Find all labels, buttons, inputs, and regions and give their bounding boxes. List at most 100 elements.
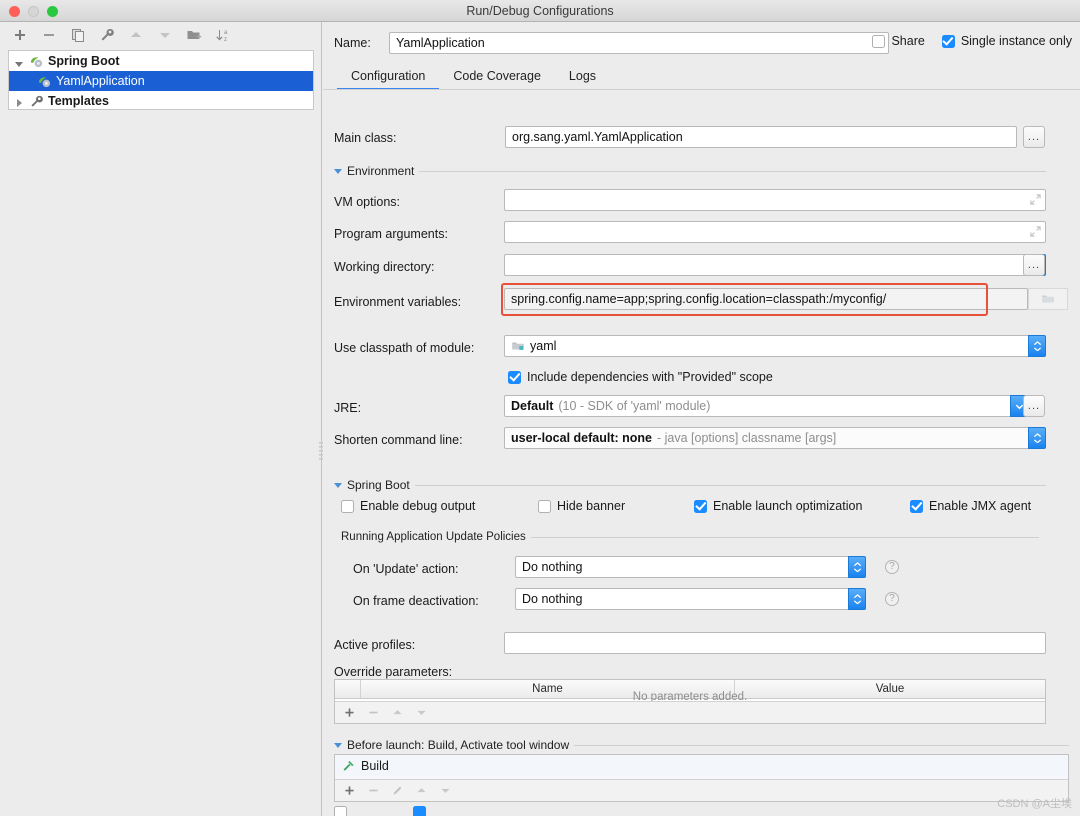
main-class-browse-button[interactable]: ... <box>1023 126 1045 148</box>
enable-launch-optimization-checkbox[interactable]: Enable launch optimization <box>694 499 862 513</box>
before-launch-section-header[interactable]: Before launch: Build, Activate tool wind… <box>334 738 1069 752</box>
section-collapse-icon[interactable] <box>334 742 342 748</box>
share-checkbox[interactable]: Share <box>872 34 925 48</box>
expand-editor-icon[interactable] <box>1030 194 1041 205</box>
move-task-down-icon[interactable] <box>439 784 452 797</box>
remove-icon[interactable] <box>41 27 57 43</box>
vm-options-input[interactable] <box>504 189 1046 211</box>
before-launch-title: Before launch: Build, Activate tool wind… <box>347 738 570 752</box>
close-button[interactable] <box>9 6 20 17</box>
sidebar-toolbar: a z <box>0 22 322 48</box>
share-checkbox-box[interactable] <box>872 34 886 48</box>
working-directory-browse-button[interactable]: ... <box>1023 254 1045 276</box>
jre-combo[interactable]: Default (10 - SDK of 'yaml' module) <box>504 395 1010 417</box>
name-input[interactable]: YamlApplication <box>389 32 889 54</box>
environment-variables-browse-button[interactable] <box>1028 288 1068 310</box>
wrench-icon <box>31 95 43 107</box>
update-policies-section-header: Running Application Update Policies <box>341 530 1039 544</box>
edit-task-icon[interactable] <box>391 784 404 797</box>
wrench-icon[interactable] <box>99 27 115 43</box>
program-arguments-wrap <box>504 221 1046 243</box>
on-frame-help-icon[interactable]: ? <box>885 592 899 606</box>
before-launch-item-build[interactable]: Build <box>335 755 1068 776</box>
on-update-help-icon[interactable]: ? <box>885 560 899 574</box>
enable-debug-output-checkbox-box[interactable] <box>341 499 354 513</box>
expand-editor-icon[interactable] <box>1030 226 1041 237</box>
tree-item-label: Spring Boot <box>48 54 120 68</box>
new-folder-icon[interactable] <box>186 27 202 43</box>
vm-options-row: VM options: <box>334 190 400 214</box>
copy-icon[interactable] <box>70 27 86 43</box>
section-collapse-icon[interactable] <box>334 482 342 488</box>
override-parameters-label: Override parameters: <box>334 665 453 679</box>
minimize-button[interactable] <box>28 6 39 17</box>
program-arguments-input[interactable] <box>504 221 1046 243</box>
enable-debug-output-label: Enable debug output <box>360 499 476 513</box>
move-parameter-down-icon[interactable] <box>415 706 428 719</box>
spring-boot-icon <box>38 76 51 87</box>
shorten-command-row: Shorten command line: <box>334 428 463 452</box>
enable-debug-output-checkbox[interactable]: Enable debug output <box>341 499 475 513</box>
shorten-command-value: user-local default: none <box>511 431 652 445</box>
enable-jmx-agent-checkbox-box[interactable] <box>910 499 923 513</box>
environment-section-header[interactable]: Environment <box>334 164 1046 178</box>
activate-tool-window-checkbox-box[interactable] <box>413 806 426 816</box>
add-task-icon[interactable] <box>343 784 356 797</box>
section-rule <box>574 744 1069 746</box>
program-arguments-label: Program arguments: <box>334 227 448 241</box>
configurations-tree[interactable]: Spring Boot YamlApplication Templates <box>8 50 314 110</box>
working-directory-wrap <box>504 254 1046 276</box>
move-task-up-icon[interactable] <box>415 784 428 797</box>
on-update-stepper-icon[interactable] <box>848 556 866 578</box>
tree-item-spring-boot[interactable]: Spring Boot <box>9 51 313 71</box>
tree-item-templates[interactable]: Templates <box>9 91 313 111</box>
working-directory-input[interactable] <box>504 254 1028 276</box>
add-icon[interactable] <box>12 27 28 43</box>
enable-jmx-agent-checkbox[interactable]: Enable JMX agent <box>910 499 1031 513</box>
on-update-combo[interactable]: Do nothing <box>515 556 848 578</box>
on-frame-stepper-icon[interactable] <box>848 588 866 610</box>
sort-alphabetically-icon[interactable]: a z <box>215 27 231 43</box>
zoom-button[interactable] <box>47 6 58 17</box>
enable-launch-optimization-checkbox-box[interactable] <box>694 499 707 513</box>
header-checkboxes: Share Single instance only <box>872 34 1072 48</box>
move-down-icon[interactable] <box>157 27 173 43</box>
use-classpath-stepper-icon[interactable] <box>1028 335 1046 357</box>
on-frame-deactivation-combo[interactable]: Do nothing <box>515 588 848 610</box>
single-instance-checkbox-box[interactable] <box>941 34 955 48</box>
add-parameter-icon[interactable] <box>343 706 356 719</box>
shorten-command-combo[interactable]: user-local default: none - java [options… <box>504 427 1028 449</box>
environment-variables-input[interactable]: spring.config.name=app;spring.config.loc… <box>504 288 1028 310</box>
active-profiles-input[interactable] <box>504 632 1046 654</box>
include-dependencies-label: Include dependencies with "Provided" sco… <box>527 370 773 384</box>
tab-configuration[interactable]: Configuration <box>337 64 440 90</box>
section-collapse-icon[interactable] <box>334 168 342 174</box>
single-instance-checkbox[interactable]: Single instance only <box>941 34 1072 48</box>
remove-task-icon[interactable] <box>367 784 380 797</box>
tab-code-coverage[interactable]: Code Coverage <box>439 64 555 90</box>
move-parameter-up-icon[interactable] <box>391 706 404 719</box>
window-controls[interactable] <box>9 6 58 17</box>
include-dependencies-checkbox-box[interactable] <box>508 370 521 384</box>
remove-parameter-icon[interactable] <box>367 706 380 719</box>
before-launch-list[interactable]: Build <box>334 754 1069 802</box>
include-dependencies-checkbox[interactable]: Include dependencies with "Provided" sco… <box>508 370 773 384</box>
hide-banner-checkbox-box[interactable] <box>538 499 551 513</box>
environment-variables-row: Environment variables: <box>334 290 461 314</box>
collapse-twisty-icon[interactable] <box>15 56 29 67</box>
shorten-command-label: Shorten command line: <box>334 433 463 447</box>
jre-browse-button[interactable]: ... <box>1023 395 1045 417</box>
spring-boot-section-title: Spring Boot <box>347 478 410 492</box>
expand-twisty-icon[interactable] <box>15 96 29 107</box>
hide-banner-checkbox[interactable]: Hide banner <box>538 499 625 513</box>
show-this-page-checkbox-box[interactable] <box>334 806 347 816</box>
spring-boot-section-header[interactable]: Spring Boot <box>334 478 1046 492</box>
tree-item-yamlapplication[interactable]: YamlApplication <box>9 71 313 91</box>
shorten-command-stepper-icon[interactable] <box>1028 427 1046 449</box>
jre-label: JRE: <box>334 401 362 415</box>
main-class-input[interactable]: org.sang.yaml.YamlApplication <box>505 126 1017 148</box>
move-up-icon[interactable] <box>128 27 144 43</box>
tab-logs[interactable]: Logs <box>555 64 610 90</box>
use-classpath-combo[interactable]: yaml <box>504 335 1028 357</box>
override-parameters-table[interactable]: Name Value No parameters added. <box>334 679 1046 724</box>
